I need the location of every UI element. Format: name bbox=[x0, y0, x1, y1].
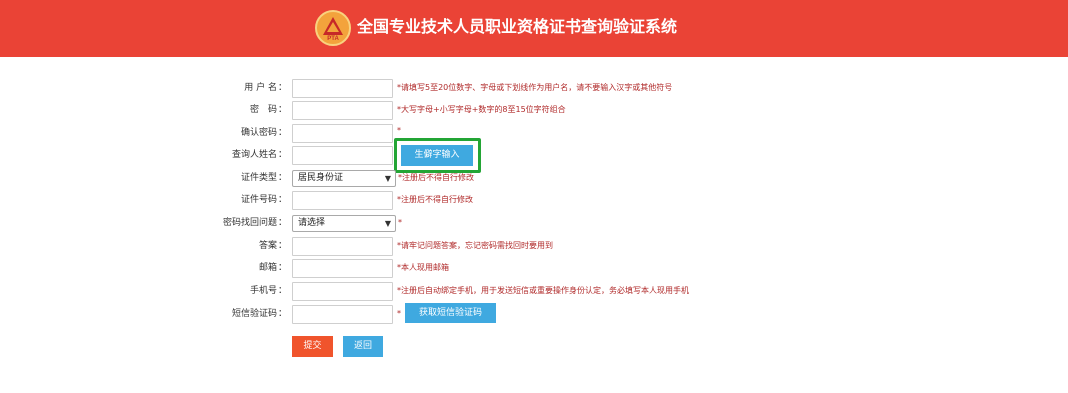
id-number-hint: *注册后不得自行修改 bbox=[397, 195, 473, 204]
id-type-select[interactable]: 居民身份证 ▼ bbox=[292, 170, 396, 187]
email-input[interactable] bbox=[292, 259, 393, 278]
username-hint: *请填写5至20位数字、字母或下划线作为用户名，请不要输入汉字或其他符号 bbox=[397, 83, 673, 92]
submit-button[interactable]: 提交 bbox=[292, 336, 333, 357]
logo-text: PTA bbox=[327, 36, 339, 42]
confirm-password-label: 确认密码： bbox=[240, 128, 287, 138]
id-number-label: 证件号码： bbox=[240, 195, 287, 205]
phone-input[interactable] bbox=[292, 282, 393, 301]
chevron-down-icon: ▼ bbox=[384, 219, 391, 228]
header-bar: PTA 全国专业技术人员职业资格证书查询验证系统 bbox=[0, 0, 1068, 57]
sms-code-label: 短信验证码： bbox=[231, 309, 287, 319]
get-sms-code-button[interactable]: 获取短信验证码 bbox=[405, 303, 496, 323]
username-input[interactable] bbox=[292, 79, 393, 98]
answer-input[interactable] bbox=[292, 237, 393, 256]
chevron-down-icon: ▼ bbox=[384, 174, 391, 183]
pta-logo: PTA bbox=[315, 10, 351, 46]
id-type-label: 证件类型： bbox=[240, 173, 287, 183]
password-input[interactable] bbox=[292, 101, 393, 120]
security-question-select[interactable]: 请选择 ▼ bbox=[292, 215, 396, 232]
username-label: 用 户 名： bbox=[244, 83, 287, 93]
site-title: 全国专业技术人员职业资格证书查询验证系统 bbox=[357, 17, 678, 36]
email-hint: *本人现用邮箱 bbox=[397, 263, 449, 272]
phone-hint: *注册后自动绑定手机，用于发送短信或重要操作身份认定，务必填写本人现用手机 bbox=[397, 286, 689, 295]
id-number-input[interactable] bbox=[292, 191, 393, 210]
confirm-password-hint: * bbox=[397, 126, 401, 135]
id-type-hint: *注册后不得自行修改 bbox=[398, 173, 474, 182]
security-question-label: 密码找回问题： bbox=[222, 218, 287, 228]
password-label: 密 码： bbox=[249, 105, 287, 115]
security-question-hint: * bbox=[398, 218, 402, 227]
security-question-selected: 请选择 bbox=[298, 218, 326, 228]
confirm-password-input[interactable] bbox=[292, 124, 393, 143]
sms-code-hint: * bbox=[397, 309, 401, 318]
answer-hint: *请牢记问题答案，忘记密码需找回时要用到 bbox=[397, 241, 553, 250]
sms-code-input[interactable] bbox=[292, 305, 393, 324]
name-input[interactable] bbox=[292, 146, 393, 165]
answer-label: 答案： bbox=[258, 241, 287, 251]
id-type-selected: 居民身份证 bbox=[298, 173, 344, 183]
back-button[interactable]: 返回 bbox=[343, 336, 383, 357]
password-hint: *大写字母+小写字母+数字的8至15位字符组合 bbox=[397, 105, 566, 114]
rare-char-input-button[interactable]: 生僻字输入 bbox=[401, 145, 473, 166]
name-label: 查询人姓名： bbox=[231, 150, 287, 160]
email-label: 邮箱： bbox=[258, 263, 287, 273]
phone-label: 手机号： bbox=[249, 286, 287, 296]
